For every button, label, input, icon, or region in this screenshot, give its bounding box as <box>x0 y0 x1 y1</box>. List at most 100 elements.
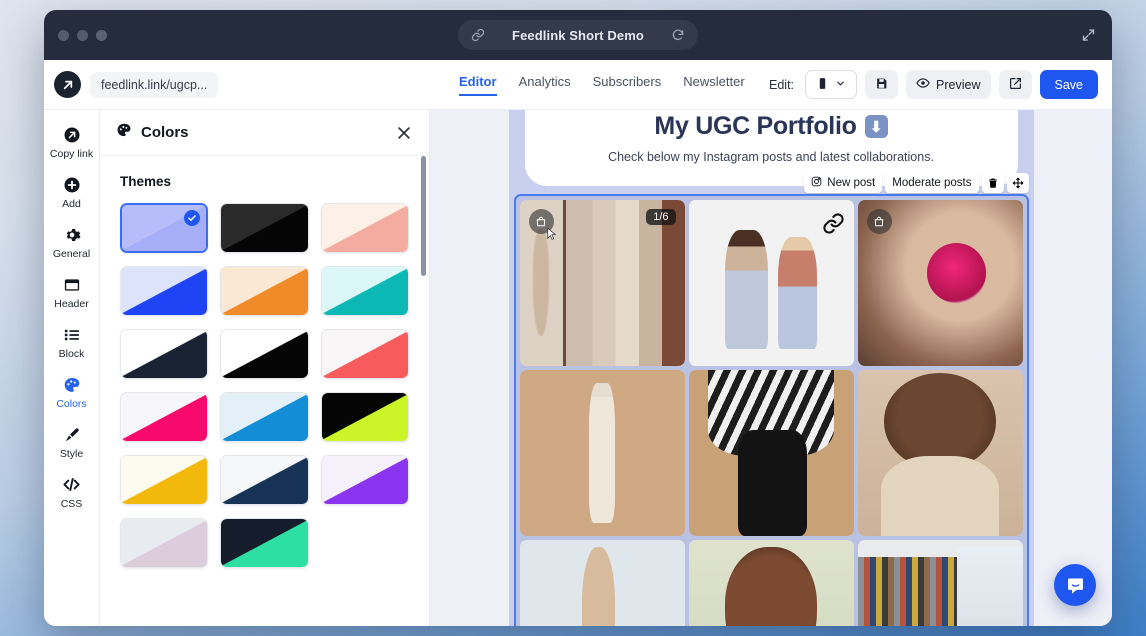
sidebar-item-css[interactable]: CSS <box>44 468 100 516</box>
post-cell[interactable] <box>857 540 1023 626</box>
expand-icon[interactable] <box>1081 28 1096 43</box>
theme-swatch-black-white[interactable] <box>220 329 309 379</box>
list-block-icon <box>44 325 100 344</box>
sidebar-label: Block <box>58 348 85 360</box>
theme-swatch-mauve[interactable] <box>120 518 209 568</box>
copy-link-icon <box>44 125 100 144</box>
tab-newsletter[interactable]: Newsletter <box>683 74 744 96</box>
page-subtitle: Check below my Instagram posts and lates… <box>608 150 934 164</box>
link-icon[interactable] <box>822 212 845 240</box>
post-image-hand-on-road <box>519 540 685 626</box>
refresh-icon[interactable] <box>671 28 685 42</box>
theme-swatch-preview <box>221 330 308 378</box>
post-cell[interactable] <box>688 200 854 366</box>
sidebar-item-header[interactable]: Header <box>44 268 100 316</box>
app-header: feedlink.link/ugcp... Editor Analytics S… <box>44 60 1112 110</box>
feedlink-logo-icon[interactable] <box>54 71 81 98</box>
grid-block-toolbar: New post Moderate posts <box>804 173 1029 193</box>
code-icon <box>44 475 100 494</box>
maximize-window-dot[interactable] <box>96 29 107 41</box>
window-titlebar: Feedlink Short Demo <box>44 10 1112 60</box>
theme-swatch-sky[interactable] <box>220 392 309 442</box>
palette-icon <box>116 122 132 143</box>
sidebar-item-block[interactable]: Block <box>44 318 100 366</box>
chat-bubble-icon[interactable] <box>1054 564 1096 606</box>
main-tabs: Editor Analytics Subscribers Newsletter <box>459 74 745 96</box>
sidebar-item-colors[interactable]: Colors <box>44 368 100 416</box>
theme-swatch-gold[interactable] <box>120 455 209 505</box>
theme-swatch-violet[interactable] <box>320 455 409 505</box>
sidebar-item-general[interactable]: General <box>44 218 100 266</box>
theme-swatch-preview <box>221 456 308 504</box>
preview-button[interactable]: Preview <box>906 70 991 99</box>
mobile-device-icon <box>816 77 829 93</box>
theme-swatch-peach[interactable] <box>320 203 409 253</box>
link-icon <box>471 28 485 42</box>
titlebar-url-pill[interactable]: Feedlink Short Demo <box>458 20 698 50</box>
device-selector[interactable] <box>805 70 858 99</box>
post-cell[interactable] <box>519 540 685 626</box>
tab-editor[interactable]: Editor <box>459 74 497 96</box>
theme-swatch-teal[interactable] <box>320 266 409 316</box>
post-cell[interactable] <box>688 370 854 536</box>
window-title: Feedlink Short Demo <box>512 27 644 43</box>
theme-swatch-emerald-dark[interactable] <box>220 518 309 568</box>
sidebar-item-add[interactable]: Add <box>44 168 100 216</box>
close-window-dot[interactable] <box>58 29 69 41</box>
post-grid: 1/6 <box>519 200 1023 626</box>
post-cell[interactable] <box>857 200 1023 366</box>
eye-icon <box>916 76 930 93</box>
theme-swatch-navy[interactable] <box>120 329 209 379</box>
site-url-chip[interactable]: feedlink.link/ugcp... <box>90 71 219 98</box>
sidebar-item-style[interactable]: Style <box>44 418 100 466</box>
theme-swatch-preview <box>121 519 208 567</box>
moderate-posts-button[interactable]: Moderate posts <box>885 173 979 193</box>
theme-swatch-royal-blue[interactable] <box>120 266 209 316</box>
sidebar-label: Colors <box>56 398 87 410</box>
theme-swatch-preview <box>321 456 408 504</box>
minimize-window-dot[interactable] <box>77 29 88 41</box>
theme-swatch-charcoal[interactable] <box>220 203 309 253</box>
close-icon[interactable] <box>395 124 413 142</box>
theme-swatch-magenta[interactable] <box>120 392 209 442</box>
post-image-photographer-stripes <box>688 370 854 536</box>
sidebar-label: Header <box>54 298 89 310</box>
post-cell[interactable] <box>857 370 1023 536</box>
move-arrows-icon[interactable] <box>1006 173 1029 193</box>
post-image-arm-beige-sleeve <box>519 370 685 536</box>
theme-swatch-periwinkle[interactable] <box>120 203 209 253</box>
theme-swatch-lime-black[interactable] <box>320 392 409 442</box>
page-preview: My UGC Portfolio ⬇ Check below my Instag… <box>508 110 1034 626</box>
theme-swatch-deep-navy[interactable] <box>220 455 309 505</box>
open-external-button[interactable] <box>998 70 1032 99</box>
mouse-cursor-icon <box>544 226 559 248</box>
theme-swatch-preview <box>221 393 308 441</box>
shopping-bag-icon[interactable] <box>866 209 892 234</box>
theme-swatch-preview <box>121 330 208 378</box>
save-button[interactable]: Save <box>1039 70 1098 99</box>
colors-panel: Colors Themes <box>100 110 430 626</box>
sidebar-item-copy-link[interactable]: Copy link <box>44 118 100 166</box>
post-cell[interactable] <box>519 370 685 536</box>
tab-subscribers[interactable]: Subscribers <box>593 74 662 96</box>
plus-circle-icon <box>44 175 100 194</box>
instagram-grid-block[interactable]: New post Moderate posts 1/6 <box>513 173 1029 626</box>
theme-swatch-coral[interactable] <box>320 329 409 379</box>
trash-icon[interactable] <box>981 173 1004 193</box>
page-title-text: My UGC Portfolio <box>654 112 857 140</box>
new-post-label: New post <box>827 177 876 189</box>
post-cell[interactable] <box>688 540 854 626</box>
post-cell[interactable]: 1/6 <box>519 200 685 366</box>
save-draft-button[interactable] <box>865 70 899 99</box>
theme-swatch-preview <box>121 393 208 441</box>
post-image-clothes-hanging-rail <box>857 540 1023 626</box>
theme-swatch-orange[interactable] <box>220 266 309 316</box>
sidebar-label: Copy link <box>49 148 94 160</box>
tab-analytics[interactable]: Analytics <box>519 74 571 96</box>
new-post-button[interactable]: New post <box>804 173 883 193</box>
panel-scrollbar[interactable] <box>421 156 426 276</box>
window-controls[interactable] <box>58 29 107 41</box>
theme-swatch-preview <box>221 519 308 567</box>
theme-swatch-preview <box>321 267 408 315</box>
workspace: Copy link Add General Header Block Color… <box>44 110 1112 626</box>
